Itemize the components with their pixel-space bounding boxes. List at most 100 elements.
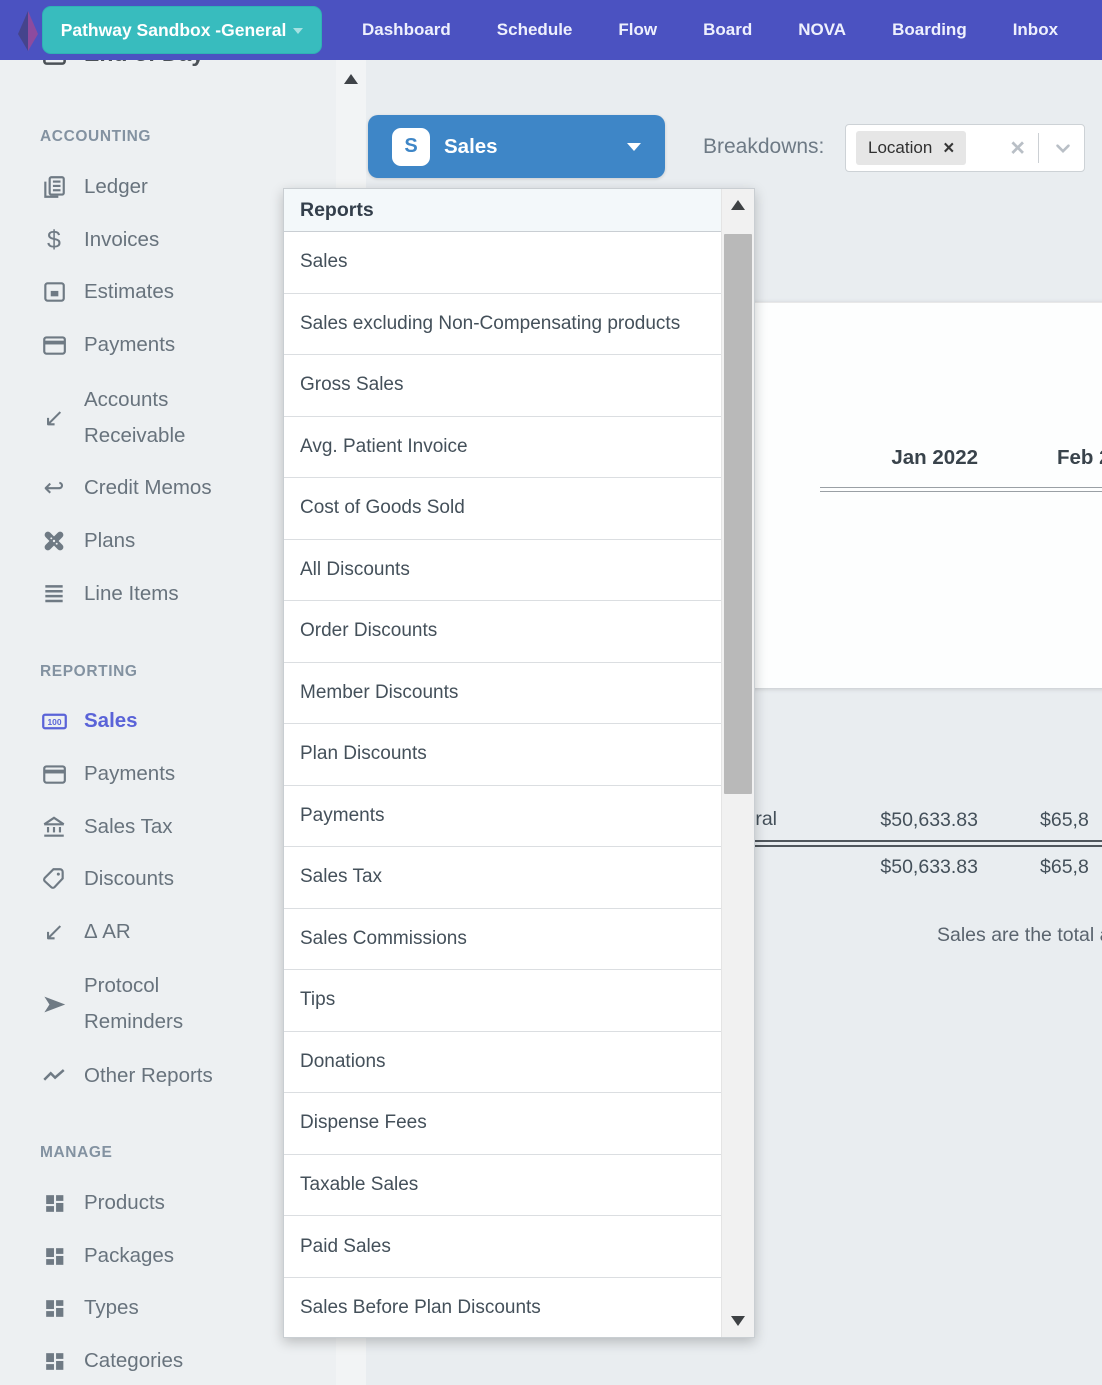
workspace-selector-button[interactable]: Pathway Sandbox -General [42, 6, 322, 54]
sidebar-item-estimates[interactable]: Estimates [40, 271, 174, 313]
table-total-feb: $65,8 [1040, 856, 1089, 879]
sidebar-item-other-reports[interactable]: Other Reports [40, 1055, 213, 1097]
grid-blocks-icon [40, 1244, 68, 1269]
sidebar-item-sales[interactable]: 100 Sales [40, 700, 138, 742]
sidebar-item-label: Credit Memos [84, 476, 212, 500]
dropdown-option-cogs[interactable]: Cost of Goods Sold [284, 478, 723, 540]
dropdown-option-order-discounts[interactable]: Order Discounts [284, 601, 723, 663]
sidebar-item-label: Categories [84, 1349, 183, 1373]
sidebar-item-label: Packages [84, 1244, 174, 1268]
sidebar-item-invoices[interactable]: $ Invoices [40, 219, 159, 261]
dropdown-option-donations[interactable]: Donations [284, 1032, 723, 1094]
app-logo-icon [12, 8, 44, 54]
dropdown-option-plan-discounts[interactable]: Plan Discounts [284, 724, 723, 786]
sidebar-item-accounts-receivable[interactable]: ↙ Accounts Receivable [40, 380, 259, 456]
sidebar-item-plans[interactable]: Plans [40, 520, 135, 562]
svg-text:100: 100 [47, 717, 61, 727]
breakdowns-select[interactable]: Location × × [845, 124, 1085, 172]
app-root: End of Day ACCOUNTING Ledger $ Invoices … [0, 0, 1102, 1385]
nav-item-nova[interactable]: NOVA [798, 20, 846, 40]
scroll-up-icon[interactable] [731, 200, 745, 210]
dropdown-option-all-discounts[interactable]: All Discounts [284, 540, 723, 602]
nav-item-boarding[interactable]: Boarding [892, 20, 967, 40]
dropdown-option-sales[interactable]: Sales [284, 232, 723, 294]
column-header-jan-2022: Jan 2022 [720, 446, 978, 470]
sidebar-item-label: Discounts [84, 867, 174, 891]
grid-blocks-icon [40, 1191, 68, 1216]
dropdown-option-taxable-sales[interactable]: Taxable Sales [284, 1155, 723, 1217]
sidebar-item-credit-memos[interactable]: ↩ Credit Memos [40, 467, 212, 509]
caret-down-icon [627, 143, 641, 151]
dropdown-option-gross-sales[interactable]: Gross Sales [284, 355, 723, 417]
clear-all-icon[interactable]: × [1010, 136, 1025, 161]
sidebar-item-discounts[interactable]: Discounts [40, 858, 174, 900]
credit-card-icon [40, 332, 68, 358]
dropdown-option-dispense-fees[interactable]: Dispense Fees [284, 1093, 723, 1155]
sidebar-item-payments-report[interactable]: Payments [40, 753, 175, 795]
nav-item-dashboard[interactable]: Dashboard [362, 20, 451, 40]
estimate-card-icon [40, 279, 68, 305]
select-divider [1038, 133, 1039, 163]
sidebar-item-label: Other Reports [84, 1064, 213, 1088]
dropdown-option-sales-commissions[interactable]: Sales Commissions [284, 909, 723, 971]
nav-item-flow[interactable]: Flow [618, 20, 657, 40]
dropdown-option-paid-sales[interactable]: Paid Sales [284, 1216, 723, 1278]
chip-remove-icon[interactable]: × [943, 139, 954, 158]
dropdown-scrollbar[interactable] [721, 189, 754, 1337]
dropdown-header: Reports [284, 189, 754, 232]
scroll-down-icon[interactable] [731, 1316, 745, 1326]
sidebar-item-categories[interactable]: Categories [40, 1340, 183, 1382]
scrollbar-thumb[interactable] [724, 234, 752, 794]
dropdown-option-sales-excluding[interactable]: Sales excluding Non-Compensating product… [284, 294, 723, 356]
dropdown-option-avg-patient-invoice[interactable]: Avg. Patient Invoice [284, 417, 723, 479]
dropdown-option-tips[interactable]: Tips [284, 970, 723, 1032]
sidebar-item-label: Δ AR [84, 920, 131, 944]
sidebar-item-packages[interactable]: Packages [40, 1235, 174, 1277]
arrow-down-left-icon: ↙ [40, 406, 68, 431]
report-badge: S [392, 128, 430, 166]
sidebar-item-label: Protocol Reminders [84, 968, 259, 1040]
sidebar-item-products[interactable]: Products [40, 1182, 165, 1224]
sidebar-item-label: Accounts Receivable [84, 382, 259, 454]
sidebar-item-label: Payments [84, 333, 175, 357]
table-cell-jan: $50,633.83 [880, 809, 978, 832]
sidebar-item-sales-tax[interactable]: Sales Tax [40, 806, 173, 848]
credit-card-icon [40, 761, 68, 787]
nav-item-board[interactable]: Board [703, 20, 752, 40]
breakdown-chip-location: Location × [856, 131, 966, 165]
table-cell-feb: $65,8 [1040, 809, 1089, 832]
tag-icon [40, 866, 68, 892]
sidebar-item-delta-ar[interactable]: ↙ Δ AR [40, 911, 131, 953]
report-selector-button[interactable]: S Sales [368, 115, 665, 178]
dollar-icon: $ [40, 228, 68, 253]
workspace-name: Pathway Sandbox -General [61, 20, 287, 41]
sidebar-item-ledger[interactable]: Ledger [40, 166, 148, 208]
bandage-icon [40, 528, 68, 554]
sidebar-item-label: Types [84, 1296, 139, 1320]
dropdown-option-payments[interactable]: Payments [284, 786, 723, 848]
trend-line-icon [40, 1063, 68, 1089]
grid-blocks-icon [40, 1349, 68, 1374]
scroll-up-icon[interactable] [344, 74, 358, 84]
dropdown-option-member-discounts[interactable]: Member Discounts [284, 663, 723, 725]
sidebar-item-protocol-reminders[interactable]: Protocol Reminders [40, 966, 259, 1042]
sidebar-item-line-items[interactable]: Line Items [40, 573, 179, 615]
sidebar-item-label: Products [84, 1191, 165, 1215]
nav-item-inbox[interactable]: Inbox [1013, 20, 1058, 40]
sidebar-item-types[interactable]: Types [40, 1287, 139, 1329]
chevron-down-icon[interactable] [1052, 137, 1074, 159]
sidebar-item-label: Line Items [84, 582, 179, 606]
breakdowns-label: Breakdowns: [703, 135, 824, 159]
dropdown-option-sales-tax[interactable]: Sales Tax [284, 847, 723, 909]
header-rule [820, 487, 1102, 492]
sidebar-item-label: Sales Tax [84, 815, 173, 839]
top-navbar: Pathway Sandbox -General Dashboard Sched… [0, 0, 1102, 60]
sidebar-item-label: Sales [84, 709, 138, 733]
dropdown-option-sales-before-plan-discounts[interactable]: Sales Before Plan Discounts [284, 1278, 723, 1338]
grid-blocks-icon [40, 1296, 68, 1321]
caret-down-icon [293, 28, 303, 34]
nav-item-schedule[interactable]: Schedule [497, 20, 573, 40]
sidebar-item-label: Ledger [84, 175, 148, 199]
sidebar-item-label: Estimates [84, 280, 174, 304]
sidebar-item-payments[interactable]: Payments [40, 324, 175, 366]
